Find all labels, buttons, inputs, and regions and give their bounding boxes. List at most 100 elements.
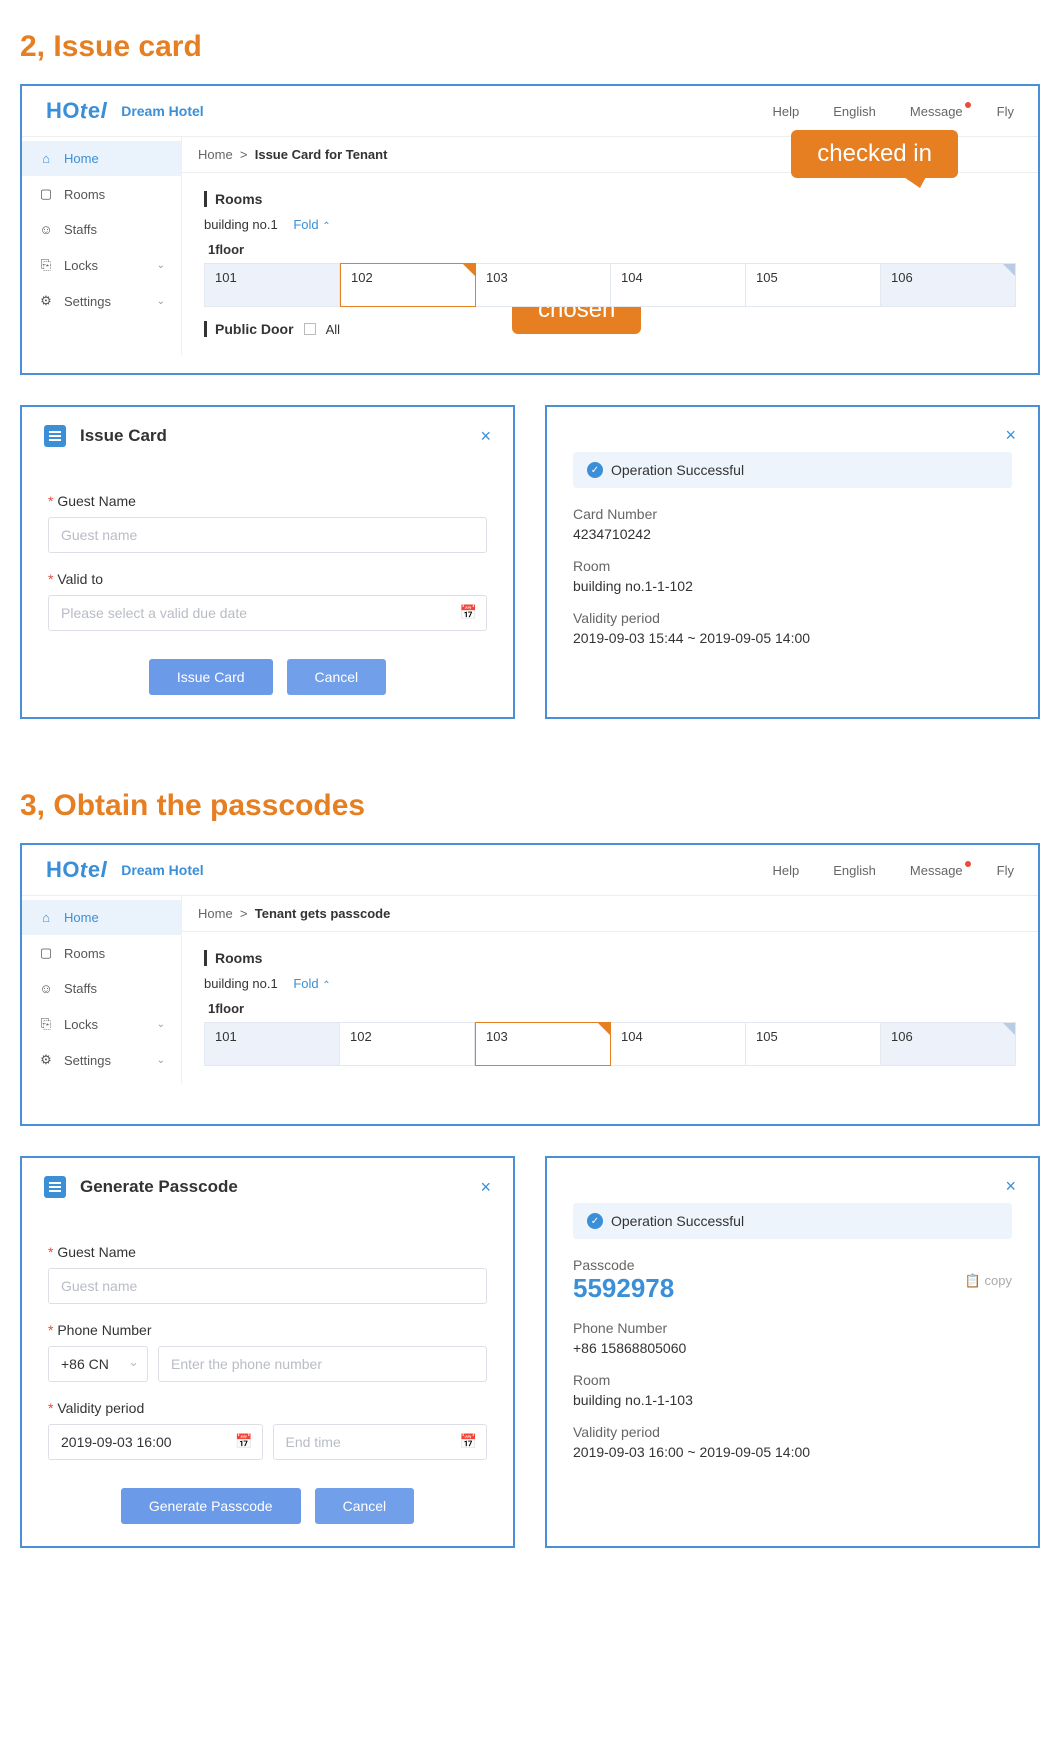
dialog-title: Generate Passcode (80, 1177, 238, 1197)
checkbox-all[interactable] (304, 323, 316, 335)
top-nav: Help English Message Fly (773, 104, 1014, 119)
sidebar-item-settings[interactable]: ⚙Settings⌄ (22, 1042, 181, 1078)
chevron-down-icon: ⌄ (157, 1019, 165, 1030)
issue-card-dialog: Issue Card × Guest Name Valid to 📅 Issue… (20, 405, 515, 719)
room-cell-104[interactable]: 104 (611, 1022, 746, 1066)
home-icon: ⌂ (38, 151, 54, 166)
room-label: Room (573, 1372, 1012, 1388)
fold-toggle[interactable]: Fold ⌃ (293, 976, 330, 991)
room-cell-105[interactable]: 105 (746, 263, 881, 307)
breadcrumb-root[interactable]: Home (198, 147, 233, 162)
nav-help[interactable]: Help (773, 863, 800, 878)
start-time-input[interactable] (48, 1424, 263, 1460)
fold-toggle[interactable]: Fold ⌃ (293, 217, 330, 232)
locks-icon: ⎘ (38, 257, 54, 273)
room-grid: 101 102 103 104 105 106 (204, 263, 1016, 307)
sidebar-item-rooms[interactable]: ▢Rooms (22, 935, 181, 971)
sidebar-item-staffs[interactable]: ☺Staffs (22, 971, 181, 1006)
room-cell-105[interactable]: 105 (746, 1022, 881, 1066)
passcode-panel: HOtel Dream Hotel Help English Message F… (20, 843, 1040, 1126)
phone-input[interactable] (158, 1346, 487, 1382)
success-text: Operation Successful (611, 462, 744, 478)
check-icon: ✓ (587, 462, 603, 478)
logo-icon: HOtel (46, 98, 107, 124)
nav-user[interactable]: Fly (997, 104, 1014, 119)
valid-to-input[interactable] (48, 595, 487, 631)
country-select[interactable]: +86 CN (48, 1346, 148, 1382)
rooms-icon: ▢ (38, 186, 54, 202)
guest-name-label: Guest Name (48, 1244, 487, 1260)
sidebar-item-label: Locks (64, 258, 98, 273)
card-number-label: Card Number (573, 506, 1012, 522)
sidebar-item-home[interactable]: ⌂ Home (22, 141, 181, 176)
passcode-result: × ✓ Operation Successful Passcode 559297… (545, 1156, 1040, 1548)
room-cell-103[interactable]: 103 (475, 1022, 611, 1066)
check-icon: ✓ (587, 1213, 603, 1229)
sidebar-item-label: Locks (64, 1017, 98, 1032)
room-cell-104[interactable]: 104 (611, 263, 746, 307)
nav-message[interactable]: Message (910, 104, 963, 119)
close-icon[interactable]: × (480, 1177, 491, 1198)
nav-message[interactable]: Message (910, 863, 963, 878)
section-title-3: 3, Obtain the passcodes (0, 759, 1060, 843)
room-cell-102[interactable]: 102 (340, 263, 476, 307)
generate-passcode-button[interactable]: Generate Passcode (121, 1488, 301, 1524)
locks-icon: ⎘ (38, 1016, 54, 1032)
sidebar-item-staffs[interactable]: ☺Staffs (22, 212, 181, 247)
document-icon (44, 1176, 66, 1198)
rooms-icon: ▢ (38, 945, 54, 961)
room-cell-101[interactable]: 101 (204, 1022, 340, 1066)
topbar: HOtel Dream Hotel Help English Message F… (22, 845, 1038, 896)
breadcrumb: Home > Tenant gets passcode (182, 896, 1038, 932)
sidebar-item-label: Settings (64, 1053, 111, 1068)
success-alert: ✓ Operation Successful (573, 452, 1012, 488)
cancel-button[interactable]: Cancel (287, 659, 387, 695)
sidebar-item-settings[interactable]: ⚙Settings⌄ (22, 283, 181, 319)
floor-label: 1floor (208, 242, 1016, 257)
sidebar-item-label: Staffs (64, 981, 97, 996)
validity-label: Validity period (48, 1400, 487, 1416)
sidebar-item-label: Rooms (64, 187, 105, 202)
room-cell-103[interactable]: 103 (476, 263, 611, 307)
nav-language[interactable]: English (833, 863, 876, 878)
room-grid: 101 102 103 104 105 106 (204, 1022, 1016, 1066)
settings-icon: ⚙ (38, 1052, 54, 1068)
issue-card-button[interactable]: Issue Card (149, 659, 273, 695)
close-icon[interactable]: × (1005, 425, 1016, 446)
nav-language[interactable]: English (833, 104, 876, 119)
close-icon[interactable]: × (480, 426, 491, 447)
sidebar-item-locks[interactable]: ⎘Locks⌄ (22, 247, 181, 283)
passcode-value: 5592978 (573, 1273, 674, 1303)
close-icon[interactable]: × (1005, 1176, 1016, 1197)
validity-label: Validity period (573, 610, 1012, 626)
copy-button[interactable]: 📋 copy (965, 1273, 1012, 1289)
hotel-name: Dream Hotel (121, 103, 203, 119)
sidebar-item-rooms[interactable]: ▢ Rooms (22, 176, 181, 212)
nav-help[interactable]: Help (773, 104, 800, 119)
card-number-value: 4234710242 (573, 526, 1012, 542)
cancel-button[interactable]: Cancel (315, 1488, 415, 1524)
sidebar-item-home[interactable]: ⌂Home (22, 900, 181, 935)
nav-user[interactable]: Fly (997, 863, 1014, 878)
logo: HOtel Dream Hotel (46, 857, 204, 883)
success-alert: ✓ Operation Successful (573, 1203, 1012, 1239)
sidebar-item-locks[interactable]: ⎘ Locks ⌄ (22, 1006, 181, 1042)
success-text: Operation Successful (611, 1213, 744, 1229)
room-cell-101[interactable]: 101 (204, 263, 340, 307)
calendar-icon: 📅 (235, 1433, 252, 1450)
guest-name-input[interactable] (48, 1268, 487, 1304)
room-cell-106[interactable]: 106 (881, 1022, 1016, 1066)
rooms-heading: Rooms (204, 950, 1016, 966)
end-time-input[interactable] (273, 1424, 488, 1460)
sidebar-item-label: Home (64, 151, 99, 166)
validity-value: 2019-09-03 15:44 ~ 2019-09-05 14:00 (573, 630, 1012, 646)
logo-icon: HOtel (46, 857, 107, 883)
breadcrumb-root[interactable]: Home (198, 906, 233, 921)
logo: HOtel Dream Hotel (46, 98, 204, 124)
room-cell-102[interactable]: 102 (340, 1022, 475, 1066)
sidebar: ⌂Home ▢Rooms ☺Staffs ⎘Locks⌄ ⚙Settings⌄ (22, 137, 182, 355)
guest-name-input[interactable] (48, 517, 487, 553)
rooms-heading: Rooms (204, 191, 1016, 207)
staffs-icon: ☺ (38, 222, 54, 237)
room-cell-106[interactable]: 106 (881, 263, 1016, 307)
